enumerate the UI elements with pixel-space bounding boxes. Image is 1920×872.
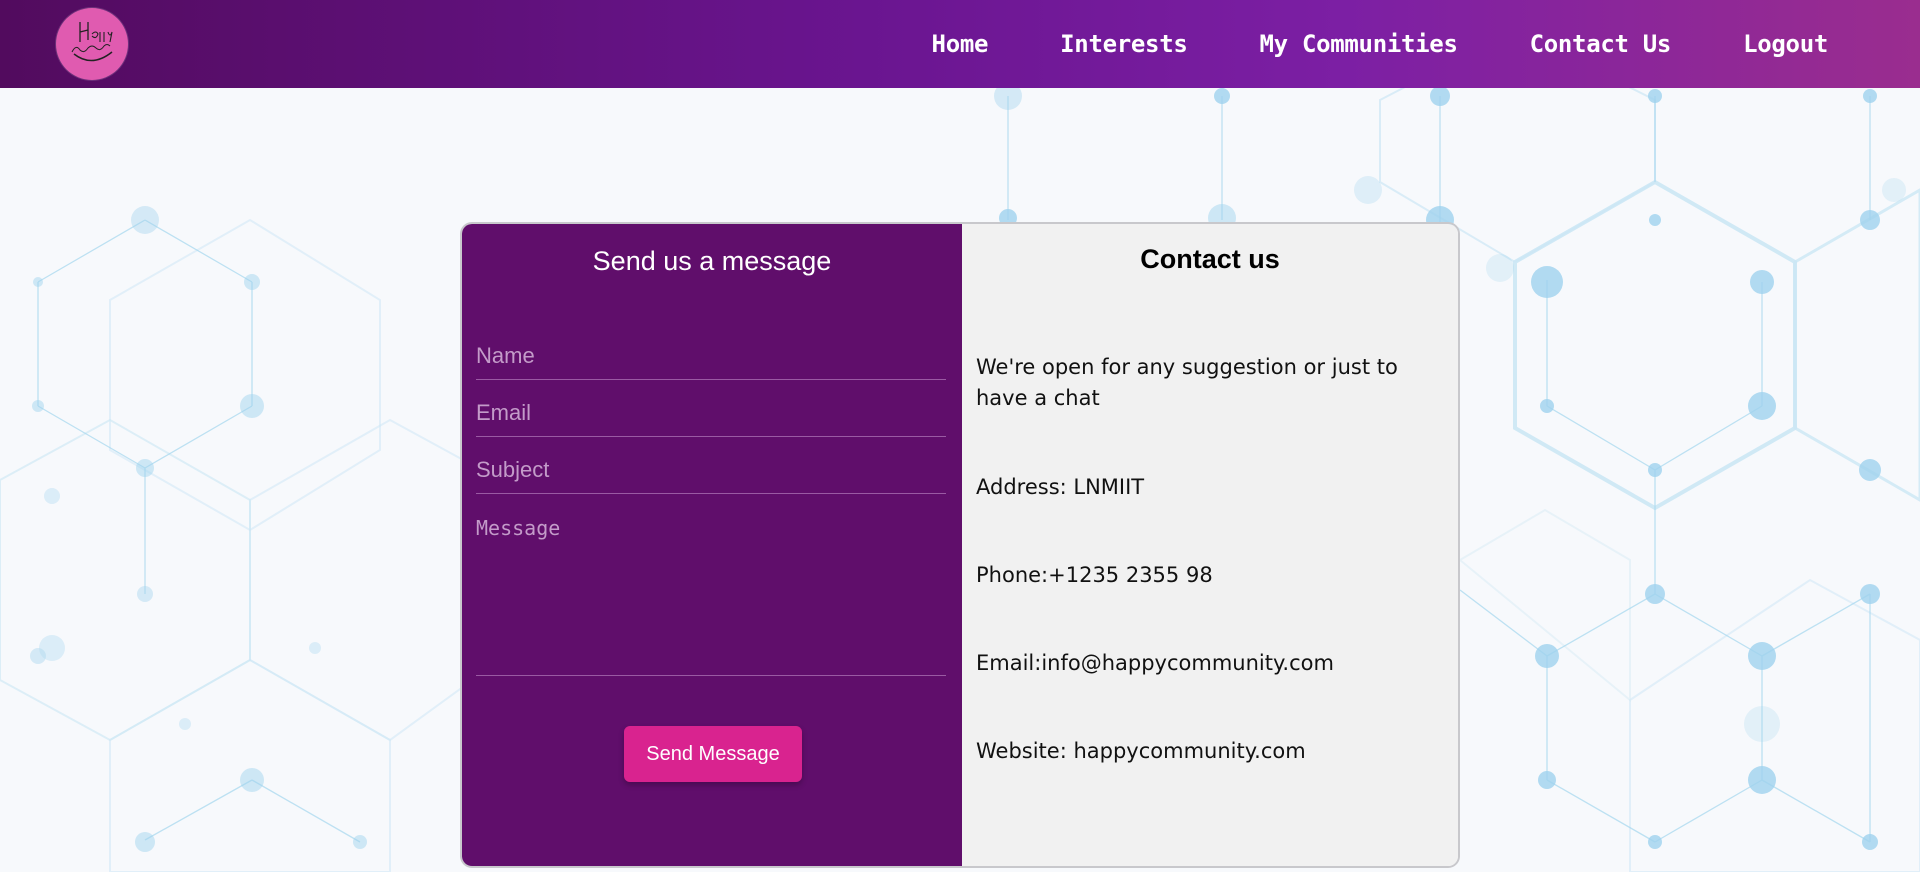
- message-textarea[interactable]: [476, 510, 946, 676]
- nav-contact-us[interactable]: Contact Us: [1530, 30, 1672, 58]
- logo[interactable]: [56, 8, 128, 80]
- navbar: Home Interests My Communities Contact Us…: [0, 0, 1920, 88]
- contact-website: Website: happycommunity.com: [976, 739, 1306, 763]
- nav-links: Home Interests My Communities Contact Us…: [932, 0, 1829, 88]
- page: Home Interests My Communities Contact Us…: [0, 0, 1920, 872]
- form-title: Send us a message: [592, 246, 832, 276]
- contact-card: Send us a message Send Message Contact u…: [460, 222, 1460, 868]
- subject-input[interactable]: [476, 452, 946, 494]
- nav-home[interactable]: Home: [932, 30, 989, 58]
- contact-title: Contact us: [1140, 244, 1280, 274]
- contact-phone: Phone:+1235 2355 98: [976, 563, 1213, 587]
- contact-info-panel: Contact us We're open for any suggestion…: [962, 224, 1458, 866]
- message-form-panel: Send us a message Send Message: [462, 224, 962, 866]
- email-input[interactable]: [476, 395, 946, 437]
- contact-address: Address: LNMIIT: [976, 475, 1145, 499]
- logo-icon: [71, 22, 113, 62]
- nav-my-communities[interactable]: My Communities: [1260, 30, 1458, 58]
- nav-logout[interactable]: Logout: [1743, 30, 1828, 58]
- contact-email: Email:info@happycommunity.com: [976, 651, 1334, 675]
- contact-tagline: We're open for any suggestion or just to…: [976, 355, 1398, 410]
- nav-interests[interactable]: Interests: [1060, 30, 1188, 58]
- send-message-button[interactable]: Send Message: [624, 726, 802, 782]
- name-input[interactable]: [476, 338, 946, 380]
